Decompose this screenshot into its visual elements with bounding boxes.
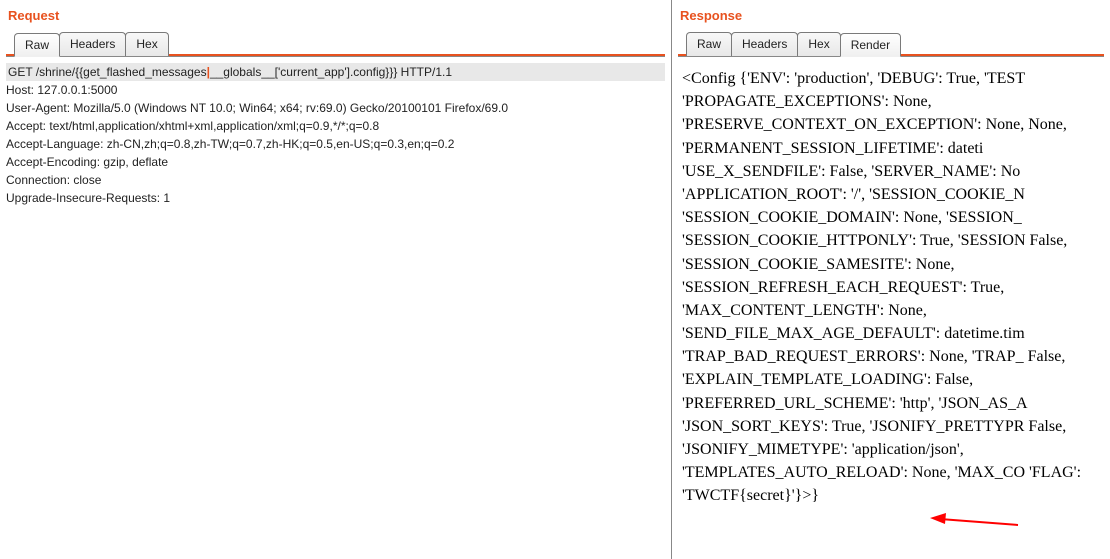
tab-headers[interactable]: Headers — [59, 32, 126, 56]
tab-raw[interactable]: Raw — [14, 33, 60, 57]
annotation-arrow-icon — [930, 511, 1020, 531]
request-header-line: Accept: text/html,application/xhtml+xml,… — [6, 117, 665, 135]
response-tabs: Raw Headers Hex Render — [686, 31, 1104, 55]
request-content[interactable]: GET /shrine/{{get_flashed_messages|__glo… — [6, 57, 665, 207]
request-header-line: Upgrade-Insecure-Requests: 1 — [6, 189, 665, 207]
response-body[interactable]: <Config {'ENV': 'production', 'DEBUG': T… — [678, 57, 1104, 508]
request-path-rest: __globals__['current_app'].config}}} HTT… — [210, 65, 452, 79]
request-header-line: Accept-Encoding: gzip, deflate — [6, 153, 665, 171]
request-tabs: Raw Headers Hex — [14, 31, 665, 55]
tab-render[interactable]: Render — [840, 33, 901, 57]
request-method-path: GET /shrine/{{get_flashed_messages — [8, 65, 207, 79]
response-panel: Response Raw Headers Hex Render <Config … — [672, 0, 1110, 559]
request-header-line: User-Agent: Mozilla/5.0 (Windows NT 10.0… — [6, 99, 665, 117]
tab-hex[interactable]: Hex — [797, 32, 840, 56]
tab-raw[interactable]: Raw — [686, 32, 732, 56]
request-panel: Request Raw Headers Hex GET /shrine/{{ge… — [0, 0, 672, 559]
tab-hex[interactable]: Hex — [125, 32, 168, 56]
request-title: Request — [8, 8, 665, 23]
tab-headers[interactable]: Headers — [731, 32, 798, 56]
request-header-line: Accept-Language: zh-CN,zh;q=0.8,zh-TW;q=… — [6, 135, 665, 153]
request-header-line: Host: 127.0.0.1:5000 — [6, 81, 665, 99]
request-header-line: Connection: close — [6, 171, 665, 189]
request-first-line: GET /shrine/{{get_flashed_messages|__glo… — [6, 63, 665, 81]
response-title: Response — [680, 8, 1104, 23]
